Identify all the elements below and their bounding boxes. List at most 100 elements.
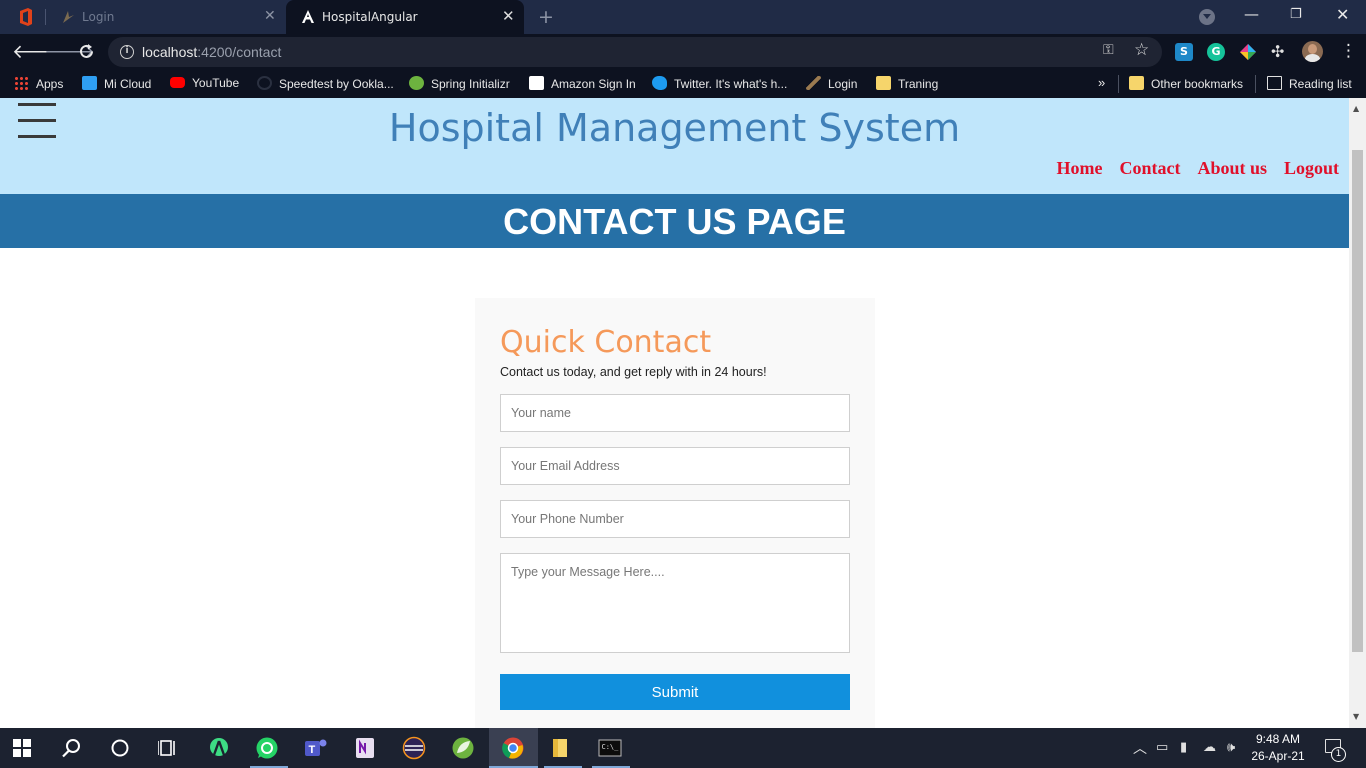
close-tab-icon[interactable]: ✕ [264, 8, 276, 24]
onenote-icon[interactable] [353, 736, 377, 760]
bookmark-speedtest[interactable]: Speedtest by Ookla... [257, 76, 394, 91]
password-key-icon[interactable]: ⚿ [1103, 42, 1114, 58]
site-title: Hospital Management System [388, 106, 961, 150]
notification-badge: 1 [1331, 747, 1346, 762]
reading-list-icon [1267, 76, 1282, 90]
site-info-icon[interactable]: i [120, 45, 134, 59]
message-textarea[interactable] [500, 553, 850, 653]
spring-icon [409, 76, 424, 90]
profile-avatar[interactable] [1302, 41, 1323, 62]
phone-input[interactable] [500, 500, 850, 538]
bookmark-spring-initializr[interactable]: Spring Initializr [409, 76, 510, 91]
chrome-icon[interactable] [501, 736, 525, 760]
nav-home[interactable]: Home [1056, 158, 1102, 178]
clock-date: 26-Apr-21 [1251, 749, 1305, 763]
minimize-icon[interactable]: — [1244, 5, 1259, 23]
extensions-puzzle-icon[interactable]: ✣ [1271, 42, 1284, 61]
new-tab-icon[interactable]: + [538, 6, 554, 28]
file-explorer-icon[interactable] [549, 736, 573, 760]
bookmarks-overflow-icon[interactable]: » [1098, 75, 1105, 90]
folder-icon [1129, 76, 1144, 90]
close-window-icon[interactable]: ✕ [1336, 5, 1349, 24]
twitter-icon [652, 76, 667, 90]
submit-button[interactable]: Submit [500, 674, 850, 710]
login-favicon-icon [63, 11, 74, 23]
cortana-icon[interactable] [110, 738, 130, 758]
quick-contact-heading: Quick Contact [500, 325, 712, 360]
battery-icon[interactable]: ▮ [1180, 740, 1187, 755]
bookmark-divider [1118, 75, 1119, 93]
reload-icon[interactable] [78, 43, 95, 60]
tab-login[interactable]: Login ✕ [46, 0, 284, 34]
bookmark-divider [1255, 75, 1256, 93]
bookmark-login[interactable]: Login [806, 76, 857, 91]
teams-icon[interactable]: T [304, 736, 328, 760]
terminal-icon[interactable]: C:\_ [598, 736, 622, 760]
skype-extension-icon[interactable]: S [1175, 43, 1193, 61]
bookmark-youtube[interactable]: YouTube [170, 76, 239, 90]
clock-time: 9:48 AM [1255, 732, 1301, 746]
mi-cloud-icon [82, 76, 97, 90]
network-icon[interactable]: ▭ [1156, 740, 1168, 755]
bookmarks-bar: Apps Mi Cloud YouTube Speedtest by Ookla… [0, 70, 1366, 98]
color-picker-extension-icon[interactable] [1239, 43, 1257, 61]
apps-grid-icon [14, 76, 29, 90]
taskbar-clock[interactable]: 9:48 AM 26-Apr-21 [1251, 731, 1305, 765]
quick-contact-subheading: Contact us today, and get reply with in … [500, 365, 767, 379]
reading-list-button[interactable]: Reading list [1267, 76, 1352, 91]
nav-about-us[interactable]: About us [1197, 158, 1267, 178]
grammarly-extension-icon[interactable]: G [1207, 43, 1225, 61]
amazon-icon [529, 76, 544, 90]
bookmark-other-bookmarks[interactable]: Other bookmarks [1129, 76, 1243, 91]
volume-icon[interactable]: 🕪 [1227, 740, 1235, 755]
bookmark-star-icon[interactable]: ☆ [1134, 40, 1149, 60]
browser-menu-icon[interactable]: ⋮ [1340, 41, 1357, 61]
svg-text:T: T [309, 744, 316, 756]
android-studio-icon[interactable] [207, 736, 231, 760]
bookmark-amazon[interactable]: Amazon Sign In [529, 76, 636, 91]
bookmark-twitter[interactable]: Twitter. It's what's h... [652, 76, 787, 91]
search-icon[interactable] [62, 738, 82, 758]
nav-logout[interactable]: Logout [1284, 158, 1339, 178]
tab-search-icon[interactable] [1199, 9, 1215, 25]
tab-title: Login [82, 10, 115, 24]
windows-start-icon[interactable] [13, 739, 31, 757]
angular-favicon-icon [302, 10, 314, 23]
scroll-down-icon[interactable]: ▼ [1353, 712, 1359, 721]
site-header: Hospital Management System Home Contact Ab… [0, 98, 1349, 194]
close-tab-icon[interactable]: ✕ [502, 7, 515, 25]
top-nav: Home Contact About us Logout [1039, 158, 1339, 179]
browser-tab-strip: Login ✕ HospitalAngular ✕ + — ❐ ✕ [0, 0, 1366, 34]
login-icon [806, 76, 821, 90]
address-bar[interactable]: i localhost:4200/contact ⚿ ☆ [108, 37, 1162, 67]
scroll-up-icon[interactable]: ▲ [1353, 104, 1359, 113]
tab-title: HospitalAngular [322, 10, 418, 24]
windows-taskbar: T C:\_ ︿ ▭ ▮ ☁ 🕪 9:48 AM 26-Apr-21 1 [0, 728, 1366, 768]
onedrive-icon[interactable]: ☁ [1203, 740, 1216, 755]
nav-contact[interactable]: Contact [1119, 158, 1180, 178]
url-text[interactable]: localhost:4200/contact [142, 44, 281, 60]
email-input[interactable] [500, 447, 850, 485]
spring-tool-icon[interactable] [451, 736, 475, 760]
eclipse-icon[interactable] [402, 736, 426, 760]
svg-text:C:\_: C:\_ [602, 743, 620, 751]
task-view-icon[interactable] [158, 738, 178, 758]
bookmark-traning[interactable]: Traning [876, 76, 938, 91]
page-banner: CONTACT US PAGE [0, 194, 1349, 248]
browser-toolbar: 🡐 🡒 i localhost:4200/contact ⚿ ☆ S G ✣ ⋮ [0, 34, 1366, 70]
name-input[interactable] [500, 394, 850, 432]
folder-icon [876, 76, 891, 90]
page-scrollbar[interactable]: ▲ ▼ [1349, 98, 1366, 728]
scrollbar-thumb[interactable] [1352, 150, 1363, 652]
restore-icon[interactable]: ❐ [1290, 7, 1302, 22]
bookmark-mi-cloud[interactable]: Mi Cloud [82, 76, 151, 91]
quick-contact-card: Quick Contact Contact us today, and get … [475, 298, 875, 728]
whatsapp-icon[interactable] [255, 736, 279, 760]
office-icon[interactable] [18, 8, 34, 26]
tray-chevron-icon[interactable]: ︿ [1133, 738, 1147, 758]
bookmark-apps[interactable]: Apps [14, 76, 63, 91]
page-viewport: Hospital Management System Home Contact Ab… [0, 98, 1349, 728]
tab-hospitalangular[interactable]: HospitalAngular ✕ [286, 0, 524, 34]
speedtest-icon [257, 76, 272, 90]
youtube-icon [170, 77, 185, 88]
